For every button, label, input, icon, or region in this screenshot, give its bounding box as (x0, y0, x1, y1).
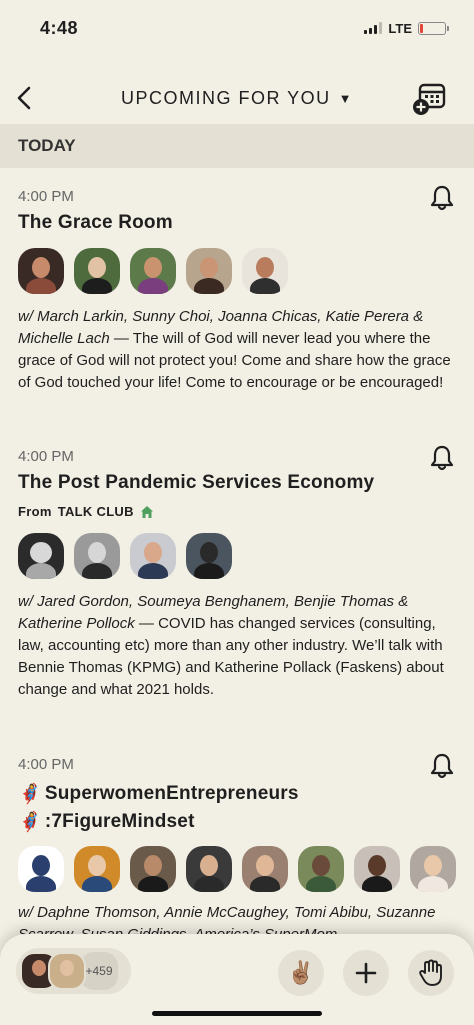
event-subtitle: :7FigureMindset (44, 811, 195, 832)
avatar[interactable] (186, 533, 232, 579)
bell-icon[interactable] (428, 752, 456, 780)
section-header-today: TODAY (0, 124, 474, 168)
bell-icon[interactable] (428, 184, 456, 212)
superhero-emoji-icon: 🦸‍♀️ (18, 784, 42, 805)
superhero-emoji-icon: 🦸‍♀️ (18, 812, 42, 833)
network-label: LTE (388, 20, 412, 36)
avatar[interactable] (130, 533, 176, 579)
avatar[interactable] (74, 248, 120, 294)
avatar[interactable] (18, 533, 64, 579)
event-title: The Grace Room (18, 212, 173, 233)
avatar[interactable] (18, 846, 64, 892)
hand-icon (419, 959, 442, 986)
avatar[interactable] (354, 846, 400, 892)
avatar (48, 952, 86, 990)
event-card[interactable]: 4:00 PM The Post Pandemic Services Econo… (18, 445, 456, 701)
event-description: w/ March Larkin, Sunny Choi, Joanna Chic… (18, 308, 451, 391)
peace-hand-icon: ✌🏽 (287, 960, 315, 985)
status-bar: 4:48 LTE (0, 0, 474, 56)
add-event-button[interactable] (412, 80, 448, 116)
event-card[interactable]: 4:00 PM The Grace Room w/ March Larkin, … (18, 185, 456, 394)
calendar-add-icon (413, 83, 446, 115)
avatar[interactable] (242, 846, 288, 892)
chevron-left-icon (17, 86, 31, 110)
event-title: The Post Pandemic Services Economy (18, 472, 375, 493)
raise-hand-button[interactable]: ✌🏽 (278, 950, 324, 996)
avatar[interactable] (130, 248, 176, 294)
plus-icon (355, 962, 377, 984)
active-room-preview[interactable]: +459 (16, 948, 131, 994)
event-description: w/ Jared Gordon, Soumeya Benghanem, Benj… (18, 593, 444, 698)
nav-bar: UPCOMING FOR YOU ▼ (0, 72, 474, 124)
signal-icon (364, 22, 383, 34)
speaker-avatars (18, 846, 456, 892)
speaker-avatars (18, 533, 456, 579)
avatar[interactable] (186, 846, 232, 892)
avatar[interactable] (186, 248, 232, 294)
back-button[interactable] (10, 84, 38, 112)
home-indicator[interactable] (152, 1011, 322, 1016)
house-icon (140, 505, 153, 518)
avatar[interactable] (130, 846, 176, 892)
hand-button[interactable] (408, 950, 454, 996)
avatar[interactable] (18, 248, 64, 294)
status-time: 4:48 (40, 17, 79, 38)
caret-down-icon: ▼ (338, 90, 354, 106)
nav-title-dropdown[interactable]: UPCOMING FOR YOU ▼ (121, 88, 353, 109)
club-line[interactable]: From TALK CLUB (18, 504, 456, 519)
event-card[interactable]: 4:00 PM 🦸‍♀️ SuperwomenEntrepreneurs 🦸‍♀… (18, 753, 456, 946)
page-title: UPCOMING FOR YOU (120, 87, 331, 108)
avatar[interactable] (74, 846, 120, 892)
avatar[interactable] (410, 846, 456, 892)
avatar[interactable] (242, 248, 288, 294)
club-prefix: From (18, 504, 52, 519)
event-time: 4:00 PM (18, 448, 74, 465)
event-title-line-1: 🦸‍♀️ SuperwomenEntrepreneurs (18, 780, 456, 808)
event-title: SuperwomenEntrepreneurs (44, 783, 299, 804)
battery-level (420, 23, 423, 33)
event-time: 4:00 PM (18, 756, 74, 773)
avatar[interactable] (298, 846, 344, 892)
add-button[interactable] (343, 950, 389, 996)
event-time: 4:00 PM (18, 188, 74, 205)
avatar[interactable] (74, 533, 120, 579)
speaker-avatars (18, 248, 456, 294)
battery-icon (418, 21, 449, 35)
club-name: TALK CLUB (57, 504, 134, 519)
bell-icon[interactable] (428, 444, 456, 472)
status-indicators: LTE (364, 20, 449, 36)
event-title-line-2: 🦸‍♀️ :7FigureMindset (18, 808, 456, 836)
